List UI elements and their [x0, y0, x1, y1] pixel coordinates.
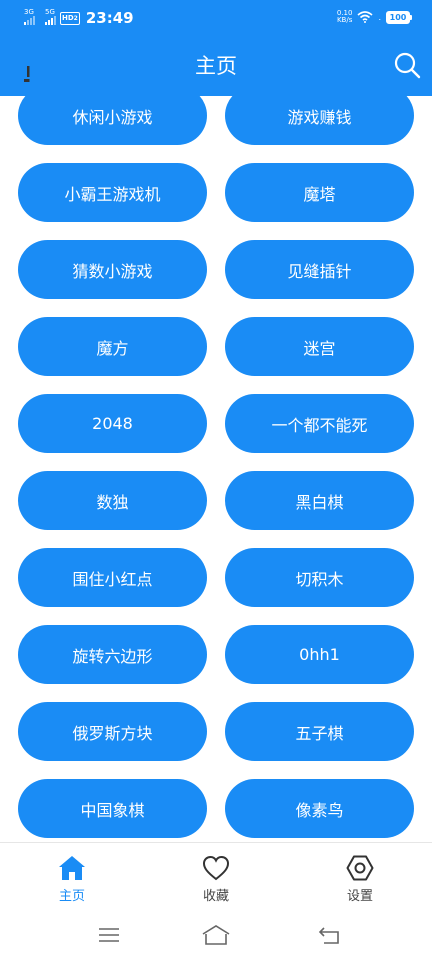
battery-icon: 100	[386, 10, 412, 24]
game-button[interactable]: 像素鸟	[225, 779, 414, 838]
hd-badge-sub: 2	[73, 14, 78, 22]
settings-hexagon-icon	[346, 855, 374, 881]
net-speed-unit: KB/s	[336, 16, 353, 24]
sim1-label: 3G	[24, 8, 34, 16]
app-bar: 主页	[0, 36, 432, 96]
system-nav-bar	[0, 912, 432, 960]
game-button[interactable]: 2048	[18, 394, 207, 453]
page-title: 主页	[195, 54, 237, 78]
game-button[interactable]: 游戏赚钱	[225, 96, 414, 145]
game-button[interactable]: 见缝插针	[225, 240, 414, 299]
game-button[interactable]: 猜数小游戏	[18, 240, 207, 299]
status-bar: 3G 5G HD2 23:49 0.10 KB/s . 100	[0, 0, 432, 36]
game-button[interactable]: 数独	[18, 471, 207, 530]
nav-label-favorites: 收藏	[202, 889, 229, 904]
game-button[interactable]: 魔塔	[225, 163, 414, 222]
wifi-icon	[357, 11, 373, 23]
game-button[interactable]: 迷宫	[225, 317, 414, 376]
bottom-nav: 主页 收藏 设置	[0, 842, 432, 913]
status-right: 0.10 KB/s . 100	[337, 10, 412, 24]
sim1-signal-icon: 3G	[24, 8, 35, 25]
back-icon[interactable]	[316, 924, 342, 946]
game-list[interactable]: 休闲小游戏 游戏赚钱 小霸王游戏机 魔塔 猜数小游戏 见缝插针 魔方 迷宫 20…	[0, 96, 432, 842]
game-button[interactable]: 小霸王游戏机	[18, 163, 207, 222]
game-button[interactable]: 旋转六边形	[18, 625, 207, 684]
sim2-signal-icon: 5G	[45, 8, 56, 25]
status-left: 3G 5G HD2 23:49	[24, 8, 134, 28]
game-button[interactable]: 休闲小游戏	[18, 96, 207, 145]
game-grid: 休闲小游戏 游戏赚钱 小霸王游戏机 魔塔 猜数小游戏 见缝插针 魔方 迷宫 20…	[18, 96, 414, 838]
nav-label-settings: 设置	[346, 889, 373, 904]
nav-label-home: 主页	[58, 889, 85, 904]
net-speed: 0.10 KB/s	[337, 10, 353, 24]
heart-icon	[202, 855, 230, 881]
game-button[interactable]: 切积木	[225, 548, 414, 607]
menu-icon[interactable]	[96, 924, 122, 946]
hd-badge-text: HD	[62, 13, 74, 22]
status-clock: 23:49	[85, 9, 134, 27]
nav-item-home[interactable]: 主页	[0, 843, 144, 913]
game-button[interactable]: 黑白棋	[225, 471, 414, 530]
game-button[interactable]: 围住小红点	[18, 548, 207, 607]
home-icon	[59, 856, 85, 880]
game-button[interactable]: 一个都不能死	[225, 394, 414, 453]
wifi-dot: .	[378, 12, 381, 22]
app-screen: 3G 5G HD2 23:49 0.10 KB/s . 100 主页 休闲小游戏…	[0, 0, 432, 960]
game-button[interactable]: 中国象棋	[18, 779, 207, 838]
nav-item-favorites[interactable]: 收藏	[144, 843, 288, 913]
sim2-label: 5G	[45, 8, 55, 16]
game-button[interactable]: 0hh1	[225, 625, 414, 684]
search-icon[interactable]	[392, 50, 422, 80]
nav-item-settings[interactable]: 设置	[288, 843, 432, 913]
game-button[interactable]: 五子棋	[225, 702, 414, 761]
game-button[interactable]: 魔方	[18, 317, 207, 376]
game-button[interactable]: 俄罗斯方块	[18, 702, 207, 761]
home-outline-icon[interactable]	[201, 924, 231, 946]
hd-voice-badge: HD2	[60, 11, 80, 25]
